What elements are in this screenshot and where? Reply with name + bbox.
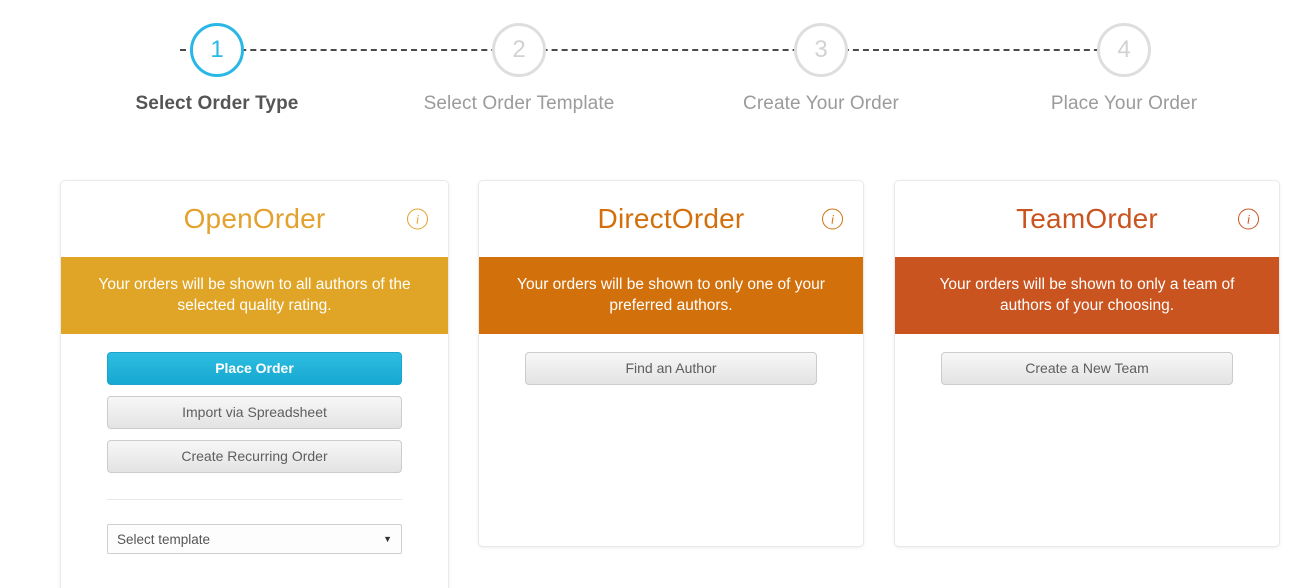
directorder-description-text: Your orders will be shown to only one of… — [517, 275, 825, 314]
directorder-description-banner: Your orders will be shown to only one of… — [479, 257, 863, 334]
create-recurring-order-button[interactable]: Create Recurring Order — [107, 440, 402, 473]
stepper-step-4-number: 4 — [1117, 36, 1131, 63]
stepper-step-4[interactable]: 4 Place Your Order — [1014, 0, 1234, 115]
directorder-title: DirectOrder — [597, 203, 745, 234]
chevron-down-icon: ▼ — [383, 534, 392, 544]
stepper-step-1-number: 1 — [210, 36, 224, 63]
info-icon[interactable]: i — [822, 208, 843, 230]
stepper-step-3-circle[interactable]: 3 — [794, 23, 848, 77]
teamorder-card-body: Create a New Team — [895, 334, 1279, 416]
stepper-step-1[interactable]: 1 Select Order Type — [107, 0, 327, 115]
openorder-card-header: OpenOrder i — [61, 181, 448, 257]
stepper-step-2-label: Select Order Template — [423, 93, 615, 114]
select-template-value: Select template — [117, 531, 211, 547]
openorder-description-banner: Your orders will be shown to all authors… — [61, 257, 448, 334]
stepper-connector-line — [180, 49, 1120, 51]
stepper-step-2[interactable]: 2 Select Order Template — [409, 0, 629, 115]
info-icon[interactable]: i — [407, 208, 428, 230]
stepper-step-4-label: Place Your Order — [1050, 93, 1198, 114]
openorder-title: OpenOrder — [183, 203, 326, 234]
stepper-step-3[interactable]: 3 Create Your Order — [711, 0, 931, 115]
import-via-spreadsheet-button[interactable]: Import via Spreadsheet — [107, 396, 402, 429]
stepper-step-4-circle[interactable]: 4 — [1097, 23, 1151, 77]
teamorder-description-banner: Your orders will be shown to only a team… — [895, 257, 1279, 334]
create-a-new-team-button[interactable]: Create a New Team — [941, 352, 1233, 385]
teamorder-title: TeamOrder — [1016, 203, 1158, 234]
teamorder-card-header: TeamOrder i — [895, 181, 1279, 257]
directorder-card-body: Find an Author — [479, 334, 863, 416]
select-template-dropdown[interactable]: Select template ▼ — [107, 524, 402, 554]
place-order-button[interactable]: Place Order — [107, 352, 402, 385]
stepper-step-1-label: Select Order Type — [135, 93, 299, 114]
order-type-card-teamorder[interactable]: TeamOrder i Your orders will be shown to… — [894, 180, 1280, 547]
stepper-step-3-number: 3 — [814, 36, 828, 63]
openorder-description-text: Your orders will be shown to all authors… — [98, 275, 411, 314]
stepper-step-3-label: Create Your Order — [743, 93, 899, 114]
openorder-divider — [107, 499, 402, 500]
teamorder-description-text: Your orders will be shown to only a team… — [939, 275, 1235, 314]
directorder-card-header: DirectOrder i — [479, 181, 863, 257]
openorder-card-body: Place Order Import via Spreadsheet Creat… — [61, 334, 448, 574]
info-icon[interactable]: i — [1238, 208, 1259, 230]
order-wizard-stepper: 1 Select Order Type 2 Select Order Templ… — [0, 0, 1300, 132]
order-type-card-directorder[interactable]: DirectOrder i Your orders will be shown … — [478, 180, 864, 547]
order-type-card-openorder[interactable]: OpenOrder i Your orders will be shown to… — [60, 180, 449, 588]
stepper-step-2-circle[interactable]: 2 — [492, 23, 546, 77]
stepper-step-2-number: 2 — [512, 36, 526, 63]
find-an-author-button[interactable]: Find an Author — [525, 352, 817, 385]
stepper-step-1-circle[interactable]: 1 — [190, 23, 244, 77]
